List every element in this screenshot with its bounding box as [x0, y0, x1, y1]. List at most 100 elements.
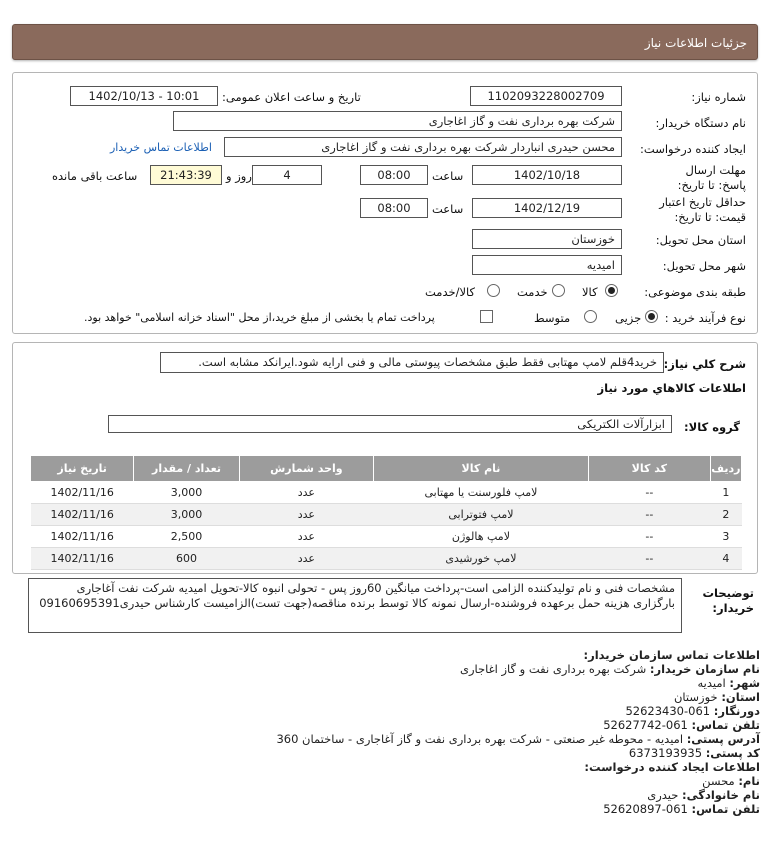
contact-address: امیدیه - محوطه غیر صنعتی - شرکت بهره برد… — [276, 732, 684, 746]
province-field: خوزستان — [472, 229, 622, 249]
remaining-label: ساعت باقی مانده — [52, 169, 138, 183]
cell-quantity: 600 — [133, 547, 240, 570]
cell-quantity: 3,000 — [133, 481, 240, 504]
col-quantity: تعداد / مقدار — [133, 455, 240, 482]
creator-field: محسن حیدری انباردار شرکت بهره برداری نفت… — [224, 137, 622, 157]
contact-postal-line: کد پستی: 6373193935 — [60, 746, 760, 760]
buyer-contact-link[interactable]: اطلاعات تماس خریدار — [110, 141, 212, 154]
cell-date: 1402/11/16 — [30, 503, 134, 526]
process-label: نوع فرآیند خرید : — [664, 311, 746, 325]
creator-name-label: نام: — [738, 774, 760, 788]
treasury-payment-note: پرداخت تمام یا بخشی از مبلغ خرید،از محل … — [84, 311, 435, 324]
category-goods-radio[interactable] — [605, 284, 618, 297]
validity-time-label: ساعت — [432, 202, 464, 216]
group-label: گروه كالا: — [684, 420, 740, 434]
buyer-notes-field: مشخصات فنی و نام تولیدکننده الزامی است-پ… — [28, 578, 682, 633]
contact-fax-label: دورنگار: — [713, 704, 760, 718]
creator-info-title: اطلاعات ایجاد کننده درخواست: — [584, 760, 760, 774]
deadline-label: مهلت ارسال پاسخ: تا تاریخ: — [677, 163, 746, 192]
category-both-radio[interactable] — [487, 284, 500, 297]
page-header: جزئیات اطلاعات نیاز — [12, 24, 758, 60]
creator-name-line: نام: محسن — [60, 774, 760, 788]
table-row: 2 -- لامپ فتوترابی عدد 3,000 1402/11/16 — [30, 503, 742, 526]
contact-fax: 061-52623430 — [625, 704, 711, 718]
process-medium-label: متوسط — [534, 311, 571, 325]
need-number-label: شماره نیاز: — [691, 90, 746, 104]
cell-name: لامپ فلورسنت یا مهتابی — [373, 481, 589, 504]
col-date: تاریخ نیاز — [29, 455, 135, 482]
validity-date-field: 1402/12/19 — [472, 198, 622, 218]
category-goods-label: کالا — [582, 285, 598, 299]
contact-province-label: استان: — [721, 690, 760, 704]
category-service-label: خدمت — [517, 285, 548, 299]
summary-field: خرید4قلم لامپ مهتابی فقط طبق مشخصات پیوس… — [160, 352, 664, 373]
day-and-label: روز و — [226, 169, 252, 183]
city-label: شهر محل تحویل: — [662, 259, 746, 273]
creator-label: ایجاد کننده درخواست: — [640, 142, 746, 156]
validity-label: حداقل تاریخ اعتبار قیمت: تا تاریخ: — [659, 195, 746, 224]
items-table-wrapper: ردیف کد کالا نام کالا واحد شمارش تعداد /… — [29, 455, 743, 570]
deadline-date-field: 1402/10/18 — [472, 165, 622, 185]
contact-org: شرکت بهره برداری نفت و گاز اغاجاری — [459, 662, 647, 676]
cell-date: 1402/11/16 — [30, 481, 134, 504]
province-label: استان محل تحویل: — [655, 233, 746, 247]
table-header-row: ردیف کد کالا نام کالا واحد شمارش تعداد /… — [29, 455, 743, 482]
cell-unit: عدد — [239, 525, 374, 548]
cell-unit: عدد — [239, 503, 374, 526]
cell-code: -- — [588, 503, 711, 526]
contact-phone-line: تلفن تماس: 061-52627742 — [60, 718, 760, 732]
cell-unit: عدد — [239, 481, 374, 504]
cell-row: 1 — [710, 481, 742, 504]
contact-block: اطلاعات تماس سازمان خریدار: نام سازمان خ… — [60, 648, 760, 816]
process-partial-label: جزیی — [615, 311, 642, 325]
days-field: 4 — [252, 165, 322, 185]
cell-name: لامپ خورشیدی — [373, 547, 589, 570]
table-row: 1 -- لامپ فلورسنت یا مهتابی عدد 3,000 14… — [30, 481, 742, 504]
creator-phone: 061-52620897 — [603, 802, 688, 816]
contact-postal: 6373193935 — [628, 746, 703, 760]
cell-row: 3 — [710, 525, 742, 548]
summary-label: شرح كلي نياز: — [663, 357, 746, 371]
creator-phone-label: تلفن تماس: — [691, 802, 760, 816]
col-code: کد کالا — [587, 455, 711, 482]
cell-name: لامپ فتوترابی — [373, 503, 589, 526]
group-field: ابزارآلات الکتریکی — [108, 415, 672, 433]
contact-postal-label: کد پستی: — [705, 746, 760, 760]
validity-time-field: 08:00 — [360, 198, 428, 218]
city-field: امیدیه — [472, 255, 622, 275]
contact-address-label: آدرس پستی: — [686, 732, 760, 746]
cell-quantity: 2,500 — [133, 525, 240, 548]
contact-phone-label: تلفن تماس: — [691, 718, 760, 732]
col-unit: واحد شمارش — [238, 455, 375, 482]
category-service-radio[interactable] — [552, 284, 565, 297]
goods-info-title: اطلاعات كالاهاي مورد نياز — [597, 381, 746, 395]
buyer-field: شرکت بهره برداری نفت و گاز اغاجاری — [173, 111, 622, 131]
contact-phone: 061-52627742 — [603, 718, 688, 732]
buyer-notes-label: توضیحات خریدار: — [702, 586, 755, 615]
creator-family-line: نام خانوادگی: حیدری — [60, 788, 760, 802]
announce-label: تاریخ و ساعت اعلان عمومی: — [222, 90, 361, 104]
treasury-payment-checkbox[interactable] — [480, 310, 493, 323]
contact-org-label: نام سازمان خریدار: — [649, 662, 760, 676]
contact-title: اطلاعات تماس سازمان خریدار: — [583, 648, 760, 662]
cell-code: -- — [588, 547, 711, 570]
contact-province-line: استان: خوزستان — [60, 690, 760, 704]
table-row: 3 -- لامپ هالوژن عدد 2,500 1402/11/16 — [30, 525, 742, 548]
contact-city-label: شهر: — [729, 676, 760, 690]
process-partial-radio[interactable] — [645, 310, 658, 323]
creator-family-label: نام خانوادگی: — [682, 788, 760, 802]
contact-fax-line: دورنگار: 061-52623430 — [60, 704, 760, 718]
cell-date: 1402/11/16 — [30, 525, 134, 548]
contact-org-line: نام سازمان خریدار: شرکت بهره برداری نفت … — [60, 662, 760, 676]
cell-name: لامپ هالوژن — [373, 525, 589, 548]
cell-code: -- — [588, 525, 711, 548]
contact-city-line: شهر: امیدیه — [60, 676, 760, 690]
table-row: 4 -- لامپ خورشیدی عدد 600 1402/11/16 — [30, 547, 742, 570]
creator-family: حیدری — [647, 788, 679, 802]
category-label: طبقه بندی موضوعی: — [644, 285, 746, 299]
need-number-field: 1102093228002709 — [470, 86, 622, 106]
process-medium-radio[interactable] — [584, 310, 597, 323]
cell-row: 2 — [710, 503, 742, 526]
announce-field: 1402/10/13 - 10:01 — [70, 86, 218, 106]
creator-phone-line: تلفن تماس: 061-52620897 — [60, 802, 760, 816]
